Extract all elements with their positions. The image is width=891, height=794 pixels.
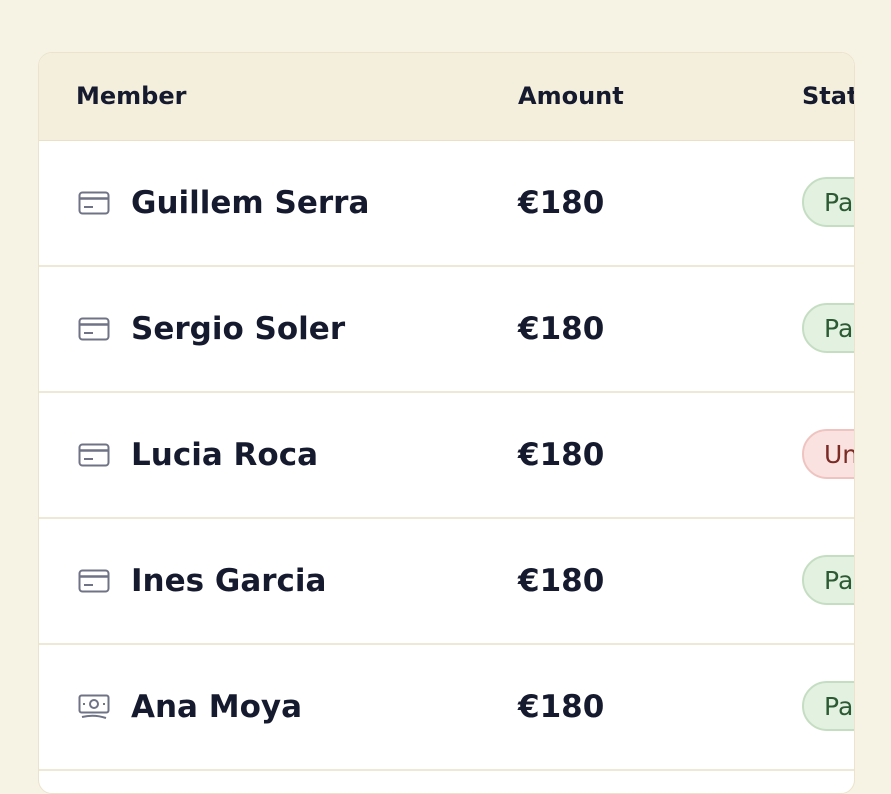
status-badge: Paid xyxy=(802,303,854,353)
card-icon xyxy=(78,315,110,343)
amount-value: €180 xyxy=(518,563,605,599)
status-badge: Paid xyxy=(802,555,854,605)
column-header-status[interactable]: Status xyxy=(802,82,854,110)
status-badge: Paid xyxy=(802,681,854,731)
column-header-amount[interactable]: Amount xyxy=(518,82,624,110)
member-name: Ines Garcia xyxy=(131,563,327,599)
member-name: Sergio Soler xyxy=(131,311,346,347)
status-badge: Unpaid xyxy=(802,429,854,479)
member-name: Guillem Serra xyxy=(131,185,370,221)
table-row[interactable]: Ines Garcia €180 Paid xyxy=(39,519,854,645)
member-name: Lucia Roca xyxy=(131,437,318,473)
table-row[interactable]: Lucia Roca €180 Unpaid xyxy=(39,393,854,519)
table-row[interactable]: Sergio Soler €180 Paid xyxy=(39,267,854,393)
table-header: Member Amount Status xyxy=(39,53,854,141)
amount-value: €180 xyxy=(518,311,605,347)
amount-value: €180 xyxy=(518,689,605,725)
payments-table: Member Amount Status Guillem Serra €180 … xyxy=(38,52,855,794)
amount-value: €180 xyxy=(518,437,605,473)
status-badge: Paid xyxy=(802,177,854,227)
table-row[interactable]: Guillem Serra €180 Paid xyxy=(39,141,854,267)
cash-icon xyxy=(78,693,110,721)
card-icon xyxy=(78,441,110,469)
amount-value: €180 xyxy=(518,185,605,221)
table-body: Guillem Serra €180 Paid Sergio Soler €18… xyxy=(39,141,854,771)
card-icon xyxy=(78,189,110,217)
member-name: Ana Moya xyxy=(131,689,303,725)
card-icon xyxy=(78,567,110,595)
column-header-member[interactable]: Member xyxy=(76,82,186,110)
table-row[interactable]: Ana Moya €180 Paid xyxy=(39,645,854,771)
